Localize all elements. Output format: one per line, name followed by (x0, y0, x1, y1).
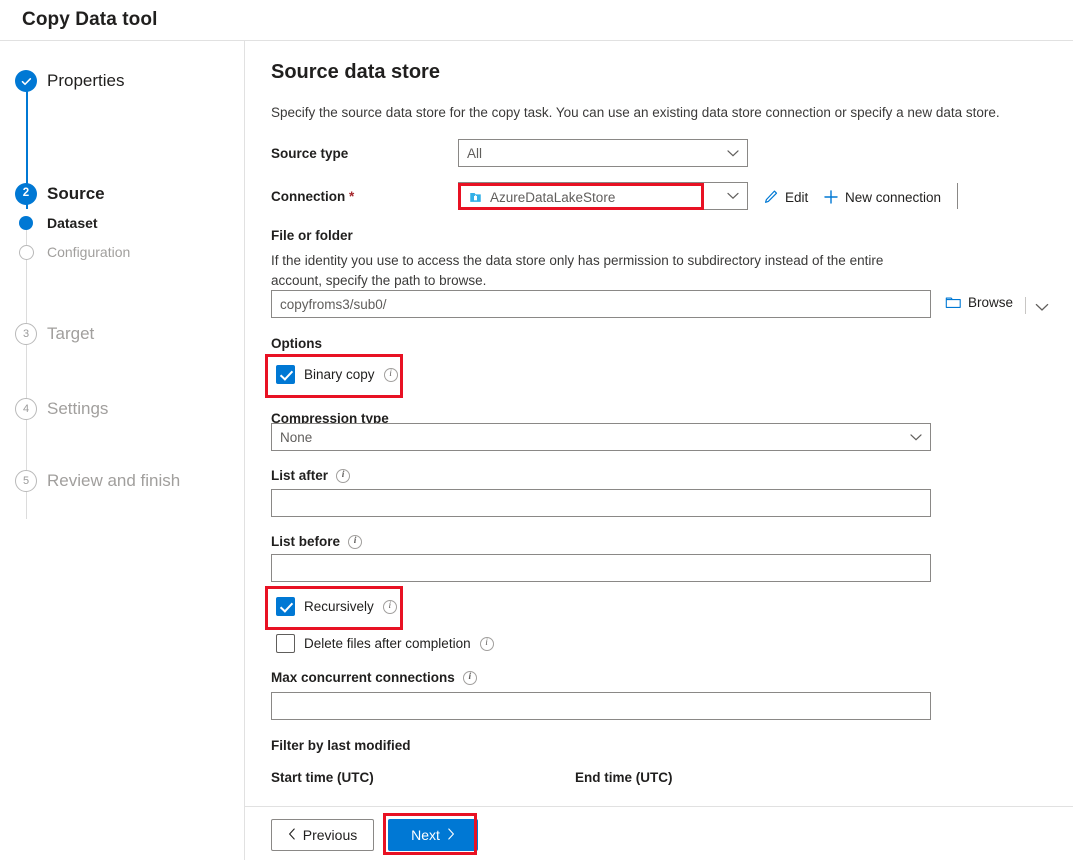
connection-select[interactable]: AzureDataLakeStore (458, 182, 748, 210)
sidebar-item-label: Dataset (47, 215, 98, 231)
page-description: Specify the source data store for the co… (271, 105, 1000, 120)
hollow-circle-icon (18, 244, 34, 260)
source-type-value: All (467, 145, 483, 161)
edit-connection-button[interactable]: Edit (763, 189, 808, 205)
file-or-folder-label: File or folder (271, 228, 353, 243)
edit-label: Edit (785, 189, 809, 205)
list-before-label-row: List before i (271, 534, 363, 549)
previous-label: Previous (302, 827, 358, 843)
browse-divider (1025, 297, 1026, 314)
step-number-badge: 3 (15, 323, 37, 345)
source-data-store-form: Source data store Specify the source dat… (245, 41, 1073, 806)
compression-type-select[interactable]: None (271, 423, 931, 451)
step-number-badge: 5 (15, 470, 37, 492)
window-title: Copy Data tool (22, 9, 158, 30)
sidebar-item-label: Target (47, 324, 95, 343)
list-before-label: List before (271, 534, 341, 549)
connection-value: AzureDataLakeStore (490, 189, 616, 205)
sidebar-item-label: Configuration (47, 244, 131, 260)
binary-copy-checkbox-row[interactable]: Binary copy i (276, 365, 398, 384)
file-or-folder-value: copyfroms3/sub0/ (280, 296, 387, 312)
list-after-label: List after (271, 468, 329, 483)
delete-files-after-completion-checkbox[interactable] (276, 634, 295, 653)
wizard-footer: Previous Next (245, 806, 1073, 860)
browse-chevron-down-icon[interactable] (1035, 299, 1049, 317)
check-icon (15, 70, 37, 92)
plus-icon (823, 189, 839, 205)
next-label: Next (411, 827, 440, 843)
max-concurrent-connections-label: Max concurrent connections (271, 670, 455, 685)
list-after-input[interactable] (271, 489, 931, 517)
window-titlebar: Copy Data tool (0, 0, 1073, 41)
max-concurrent-connections-input[interactable] (271, 692, 931, 720)
file-or-folder-description: If the identity you use to access the da… (271, 253, 884, 288)
info-icon[interactable]: i (479, 636, 494, 651)
max-concurrent-connections-label-row: Max concurrent connections i (271, 670, 477, 685)
step-number-badge: 4 (15, 398, 37, 420)
browse-button[interactable]: Browse (945, 295, 1013, 310)
previous-button[interactable]: Previous (271, 819, 374, 851)
browse-label: Browse (968, 295, 1014, 310)
end-time-label: End time (UTC) (575, 770, 673, 785)
info-icon[interactable]: i (462, 670, 477, 685)
source-type-label: Source type (271, 146, 349, 161)
list-after-label-row: List after i (271, 468, 351, 483)
combo-divider (957, 183, 958, 209)
sidebar-item-label: Properties (47, 71, 125, 90)
file-or-folder-input[interactable]: copyfroms3/sub0/ (271, 290, 931, 318)
new-connection-label: New connection (845, 189, 942, 205)
pencil-icon (763, 189, 779, 205)
main-pane: Source data store Specify the source dat… (245, 41, 1073, 860)
filled-dot-icon (15, 212, 37, 234)
sidebar-item-label: Settings (47, 399, 109, 418)
chevron-down-icon[interactable] (727, 187, 739, 205)
info-icon[interactable]: i (382, 599, 397, 614)
info-icon[interactable]: i (383, 367, 398, 382)
page-title: Source data store (271, 61, 440, 83)
compression-type-value: None (280, 429, 313, 445)
sidebar-item-label: Source (47, 184, 105, 203)
binary-copy-label: Binary copy (304, 367, 375, 382)
wizard-sidebar: Properties 2 Source Dataset Configuratio… (0, 41, 245, 860)
list-before-input[interactable] (271, 554, 931, 582)
options-label: Options (271, 336, 322, 351)
required-asterisk: * (349, 189, 355, 204)
chevron-down-icon (910, 430, 922, 445)
chevron-down-icon (727, 146, 739, 161)
info-icon[interactable]: i (348, 534, 363, 549)
sidebar-item-label: Review and finish (47, 471, 181, 490)
folder-icon (945, 295, 962, 310)
chevron-right-icon (447, 827, 455, 843)
new-connection-button[interactable]: New connection (823, 189, 941, 205)
info-icon[interactable]: i (336, 468, 351, 483)
azure-data-lake-store-icon (468, 190, 483, 205)
start-time-label: Start time (UTC) (271, 770, 374, 785)
step-number-badge: 2 (15, 183, 37, 205)
delete-files-after-completion-checkbox-row[interactable]: Delete files after completion i (276, 634, 494, 653)
next-button[interactable]: Next (388, 819, 478, 851)
connection-value-wrapper: AzureDataLakeStore (459, 183, 615, 211)
copy-data-tool-window: Copy Data tool Properties 2 Source Datas… (0, 0, 1073, 860)
filter-by-last-modified-label: Filter by last modified (271, 738, 411, 753)
recursively-checkbox[interactable] (276, 597, 295, 616)
delete-files-after-completion-label: Delete files after completion (304, 636, 471, 651)
chevron-left-icon (288, 827, 296, 843)
recursively-checkbox-row[interactable]: Recursively i (276, 597, 397, 616)
source-type-select[interactable]: All (458, 139, 748, 167)
binary-copy-checkbox[interactable] (276, 365, 295, 384)
recursively-label: Recursively (304, 599, 374, 614)
connection-label: Connection * (271, 189, 355, 204)
